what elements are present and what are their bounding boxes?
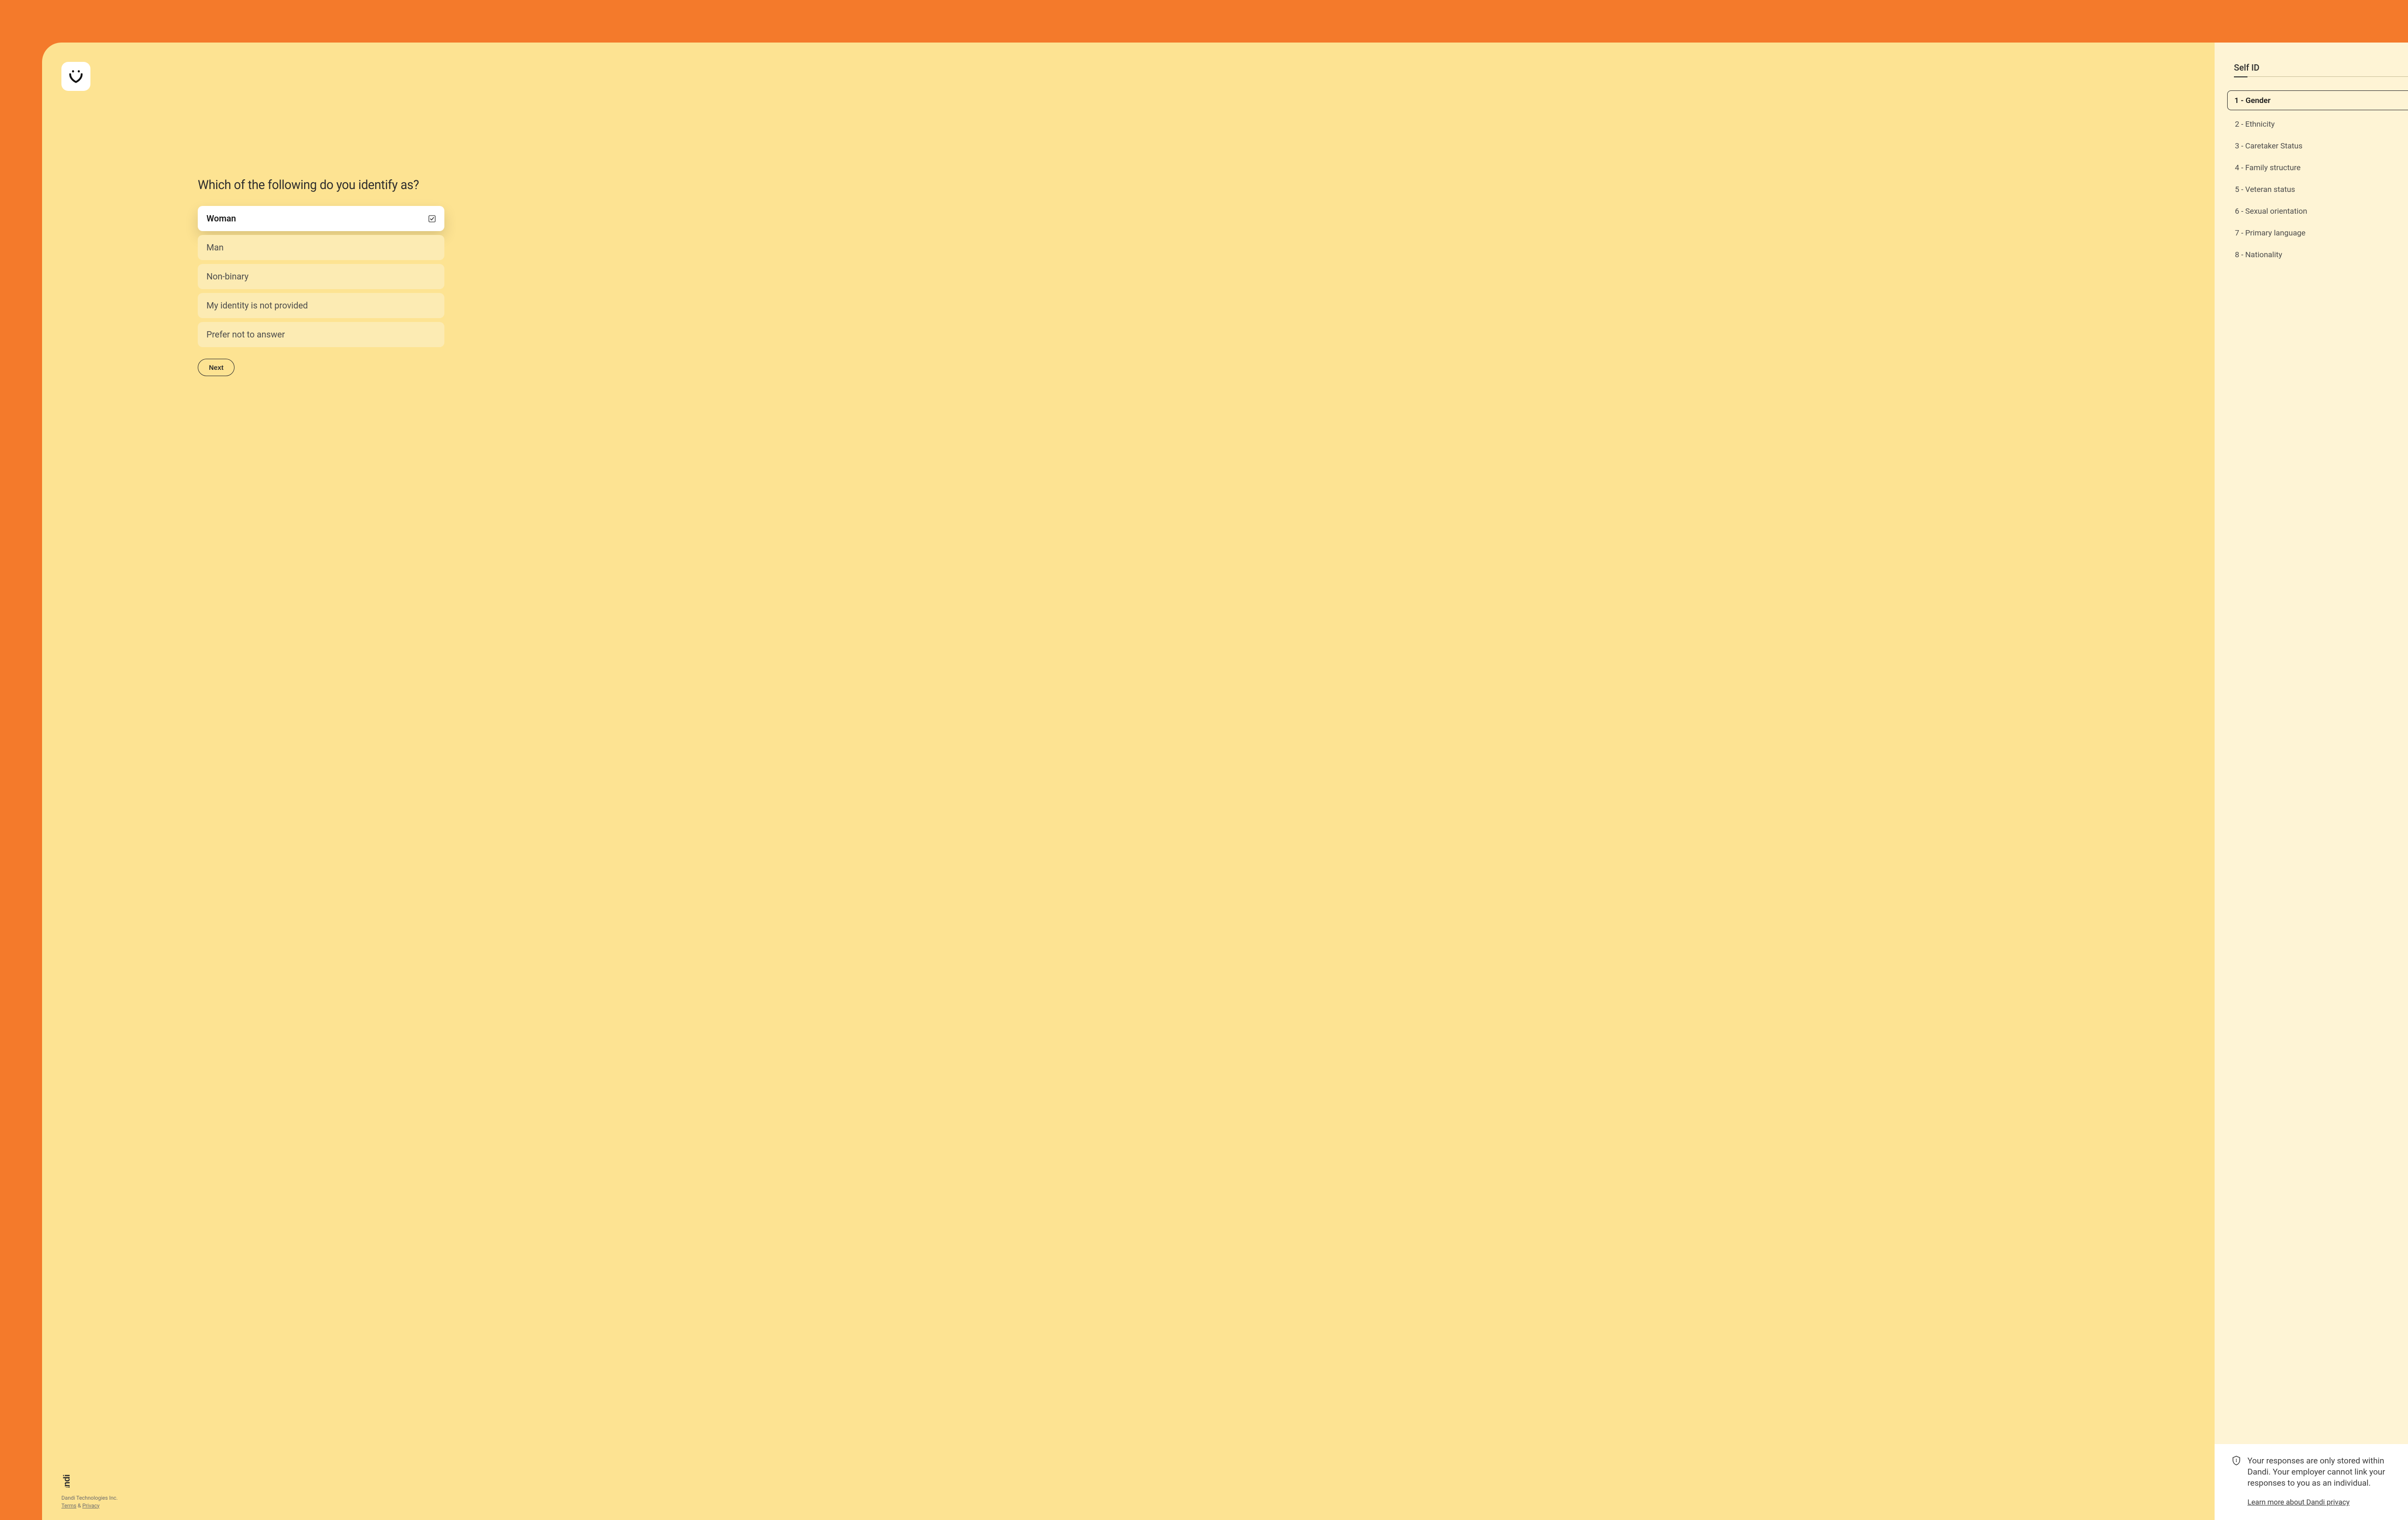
- nav-item-gender[interactable]: 1 - Gender: [2227, 90, 2408, 110]
- sidebar: Self ID 1 - Gender 2 - Ethnicity 3 - Car…: [2215, 43, 2408, 1520]
- option-prefer-not[interactable]: Prefer not to answer: [198, 322, 444, 347]
- option-man[interactable]: Man: [198, 235, 444, 260]
- option-label: My identity is not provided: [206, 301, 308, 311]
- option-label: Man: [206, 243, 223, 253]
- footer-company: Dandi Technologies Inc.: [61, 1494, 117, 1502]
- footer-meta: Dandi Technologies Inc. Terms & Privacy: [61, 1494, 117, 1509]
- nav-item-caretaker[interactable]: 3 - Caretaker Status: [2234, 135, 2408, 157]
- sidebar-title: Self ID: [2234, 63, 2408, 77]
- option-label: Prefer not to answer: [206, 330, 285, 340]
- privacy-learn-more-link[interactable]: Learn more about Dandi privacy: [2247, 1498, 2349, 1506]
- company-logo: [61, 62, 90, 91]
- privacy-text: Your responses are only stored within Da…: [2247, 1456, 2394, 1489]
- check-icon: [428, 215, 436, 222]
- option-label: Woman: [206, 214, 236, 224]
- main-area: Which of the following do you identify a…: [42, 43, 2215, 1520]
- footer-amp: &: [78, 1503, 81, 1509]
- nav-item-language[interactable]: 7 - Primary language: [2234, 222, 2408, 244]
- sidebar-inner: Self ID 1 - Gender 2 - Ethnicity 3 - Car…: [2215, 43, 2408, 1444]
- question-title: Which of the following do you identify a…: [198, 178, 444, 192]
- options-list: Woman Man Non-binary My identity is no: [198, 206, 444, 347]
- nav-item-orientation[interactable]: 6 - Sexual orientation: [2234, 200, 2408, 222]
- next-button[interactable]: Next: [198, 359, 235, 376]
- nav-item-veteran[interactable]: 5 - Veteran status: [2234, 178, 2408, 200]
- privacy-block: Your responses are only stored within Da…: [2215, 1444, 2408, 1520]
- nav-item-ethnicity[interactable]: 2 - Ethnicity: [2234, 113, 2408, 135]
- option-not-provided[interactable]: My identity is not provided: [198, 293, 444, 318]
- terms-link[interactable]: Terms: [61, 1503, 76, 1509]
- option-woman[interactable]: Woman: [198, 206, 444, 231]
- svg-text:andi: andi: [62, 1475, 72, 1488]
- option-label: Non-binary: [206, 272, 249, 282]
- privacy-link[interactable]: Privacy: [82, 1503, 100, 1509]
- nav-item-family[interactable]: 4 - Family structure: [2234, 157, 2408, 178]
- option-non-binary[interactable]: Non-binary: [198, 264, 444, 289]
- nav-list: 1 - Gender 2 - Ethnicity 3 - Caretaker S…: [2234, 88, 2408, 265]
- question-container: Which of the following do you identify a…: [198, 178, 444, 376]
- shield-icon: [2232, 1456, 2241, 1467]
- smile-icon: [68, 67, 84, 86]
- app-frame: Which of the following do you identify a…: [42, 43, 2408, 1520]
- footer-logo: andi: [61, 1450, 72, 1490]
- nav-item-nationality[interactable]: 8 - Nationality: [2234, 244, 2408, 265]
